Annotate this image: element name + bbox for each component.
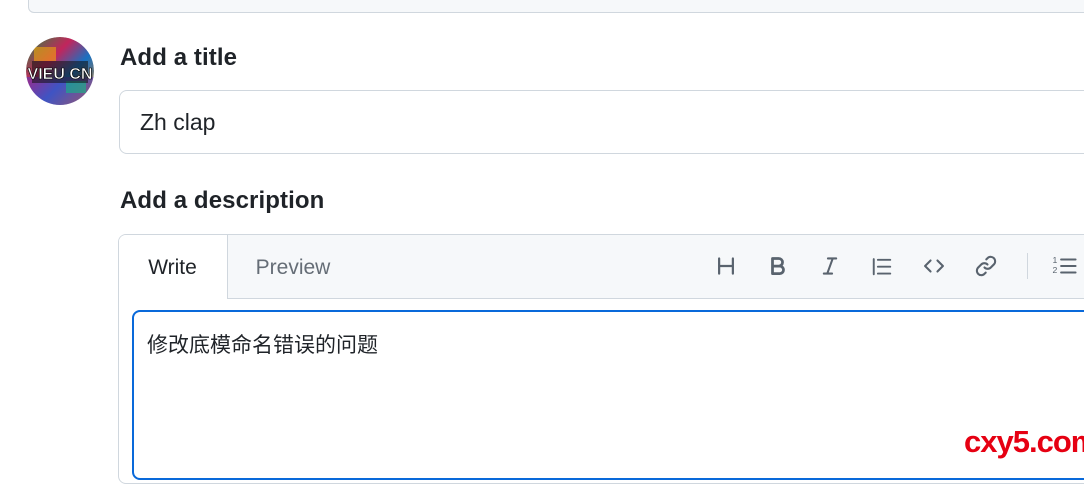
bold-icon [771, 257, 785, 275]
bold-button[interactable] [761, 249, 795, 283]
code-button[interactable] [917, 249, 951, 283]
italic-button[interactable] [813, 249, 847, 283]
tab-preview[interactable]: Preview [239, 235, 347, 298]
ordered-list-button[interactable]: 1 2 [1047, 249, 1081, 283]
avatar[interactable]: VIEU CN [26, 37, 94, 105]
heading-icon [718, 257, 734, 275]
ordered-list-icon: 1 2 [1052, 255, 1077, 275]
title-input[interactable] [119, 90, 1084, 154]
code-icon [924, 259, 944, 273]
editor-header: Write Preview 1 2 [119, 235, 1084, 299]
avatar-image: VIEU CN [26, 37, 94, 105]
avatar-text: VIEU CN [28, 66, 93, 83]
toolbar-divider [1027, 253, 1028, 279]
title-label: Add a title [120, 44, 238, 71]
watermark: cxy5.com [964, 424, 1084, 459]
italic-icon [822, 257, 838, 275]
quote-button[interactable] [865, 249, 899, 283]
description-textarea[interactable]: 修改底模命名错误的问题 [132, 310, 1084, 480]
svg-text:1: 1 [1052, 255, 1057, 265]
link-icon [975, 255, 997, 277]
link-button[interactable] [969, 249, 1003, 283]
heading-button[interactable] [709, 249, 743, 283]
description-label: Add a description [120, 187, 325, 214]
quote-icon [872, 258, 892, 276]
previous-card [28, 0, 1084, 13]
tab-write[interactable]: Write [119, 235, 228, 299]
svg-text:2: 2 [1052, 265, 1057, 275]
